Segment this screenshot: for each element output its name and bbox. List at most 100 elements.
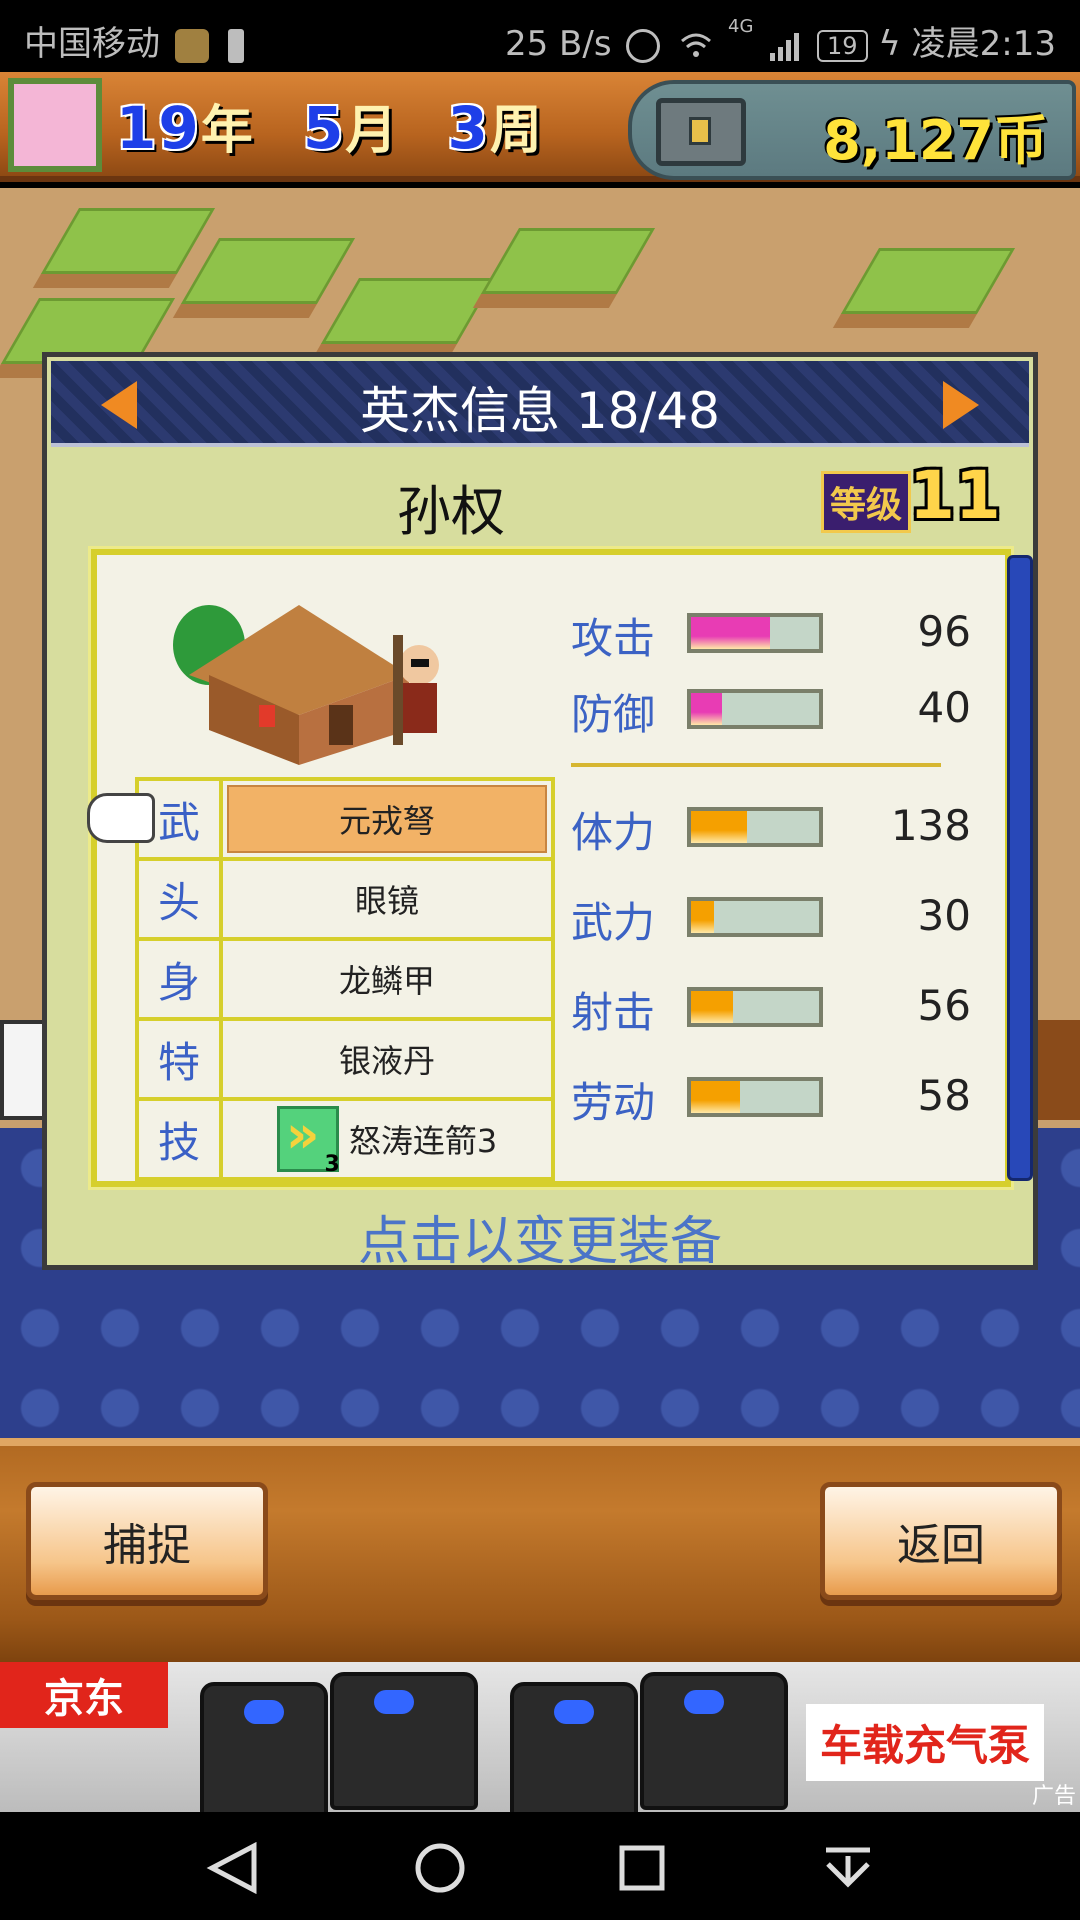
stat-defense: 防御 40 (571, 681, 971, 741)
hero-info-dialog: 英杰信息 18/48 孙权 等级 11 武 元戎弩 头 眼镜 身 龙鳞甲 特 银… (42, 352, 1038, 1272)
stat-labor: 劳动 58 (571, 1069, 971, 1129)
level-value: 11 (909, 457, 1001, 534)
dialog-title: 英杰信息 18/48 (360, 382, 720, 440)
stat-label: 体力 (571, 808, 656, 857)
hero-detail-panel[interactable]: 武 元戎弩 头 眼镜 身 龙鳞甲 特 银液丹 技 怒涛连箭3 (87, 546, 1014, 1190)
stat-label: 武力 (571, 898, 656, 947)
game-top-bar: 19年 5月 3周 8,127币 (0, 72, 1080, 182)
dropdown-icon[interactable] (818, 1842, 878, 1894)
level-label: 等级 (821, 471, 912, 533)
stat-bar (687, 807, 823, 847)
capture-button[interactable]: 捕捉 (26, 1482, 268, 1600)
stat-value: 40 (917, 683, 971, 732)
equipment-item-skill: 怒涛连箭3 (223, 1101, 551, 1177)
net-speed: 25 B/s (504, 24, 612, 64)
stat-strength: 武力 30 (571, 889, 971, 949)
alarm-icon (626, 28, 661, 63)
stat-bar-fill (691, 617, 771, 649)
slot-label-head: 头 (139, 861, 223, 937)
status-bar: 中国移动 25 B/s 4G 19 ϟ 凌晨2:13 (0, 0, 1080, 72)
charging-icon: ϟ (878, 24, 901, 64)
stat-value: 58 (917, 1071, 971, 1120)
equipment-row-weapon[interactable]: 武 元戎弩 (139, 781, 551, 861)
stat-divider (571, 763, 941, 767)
coin-count: 8,127币 (823, 109, 1048, 172)
stat-bar (687, 987, 823, 1027)
stat-bar (687, 897, 823, 937)
stat-bar (687, 689, 823, 729)
week-value: 3 (447, 94, 490, 162)
stat-value: 56 (917, 981, 971, 1030)
back-button[interactable]: 返回 (820, 1482, 1062, 1600)
home-circle-icon[interactable] (410, 1842, 470, 1894)
equipment-item-weapon: 元戎弩 (227, 785, 547, 853)
equipment-row-head[interactable]: 头 眼镜 (139, 861, 551, 941)
air-pump-image (330, 1672, 478, 1810)
stat-shooting: 射击 56 (571, 979, 971, 1039)
next-hero-arrow-icon[interactable] (943, 381, 979, 429)
slot-label-special: 特 (139, 1021, 223, 1097)
equipment-row-skill[interactable]: 技 怒涛连箭3 (139, 1101, 551, 1177)
battery-saver-icon (227, 28, 244, 63)
stat-value: 96 (917, 607, 971, 656)
ad-brand: 京东 (44, 1676, 124, 1722)
equipment-item-head: 眼镜 (354, 882, 419, 920)
stat-bar-fill (691, 1081, 740, 1113)
stat-label: 劳动 (571, 1078, 656, 1127)
dialog-header: 英杰信息 18/48 (51, 361, 1029, 447)
month-unit: 月 (345, 101, 400, 161)
clock: 凌晨2:13 (911, 24, 1056, 64)
skill-arrow-icon (276, 1105, 340, 1177)
treasure-chest-icon (656, 98, 746, 166)
stat-bar-fill (691, 811, 748, 843)
bottom-button-panel: 捕捉 返回 (0, 1438, 1080, 1662)
ad-banner[interactable]: 京东 车载充气泵 广告 (0, 1662, 1080, 1812)
map-tile (320, 278, 496, 344)
player-avatar[interactable] (8, 78, 102, 172)
stat-attack: 攻击 96 (571, 605, 971, 665)
network-type: 4G (728, 16, 754, 37)
equipment-row-special[interactable]: 特 银液丹 (139, 1021, 551, 1101)
equipment-row-body[interactable]: 身 龙鳞甲 (139, 941, 551, 1021)
map-tile (480, 228, 656, 294)
system-nav-bar (0, 1812, 1080, 1920)
ad-slogan: 车载充气泵 (806, 1704, 1045, 1781)
slot-label-skill: 技 (139, 1101, 223, 1177)
jd-logo: 京东 (0, 1662, 168, 1728)
equipment-table: 武 元戎弩 头 眼镜 身 龙鳞甲 特 银液丹 技 怒涛连箭3 (87, 777, 555, 1181)
year-value: 19 (116, 94, 201, 162)
game-date: 19年 5月 3周 (116, 88, 570, 162)
stat-bar-fill (691, 991, 734, 1023)
back-triangle-icon[interactable] (204, 1842, 264, 1894)
stat-label: 攻击 (571, 614, 656, 663)
air-pump-image (510, 1682, 638, 1812)
change-equipment-hint[interactable]: 点击以变更装备 (47, 1199, 1033, 1274)
carrier-label: 中国移动 (24, 24, 160, 64)
year-unit: 年 (200, 101, 255, 161)
stat-bar-fill (691, 693, 722, 725)
map-sign-right (1038, 1020, 1080, 1120)
battery-icon: 19 (817, 29, 868, 62)
equipment-item-special: 银液丹 (338, 1042, 435, 1080)
stat-bar (687, 613, 823, 653)
pointing-hand-icon (87, 793, 155, 843)
stat-label: 防御 (571, 690, 656, 739)
stat-value: 30 (917, 891, 971, 940)
coin-display[interactable]: 8,127币 (628, 80, 1076, 180)
hero-name: 孙权 (397, 480, 505, 543)
dialog-scrollbar[interactable] (1007, 555, 1033, 1181)
wifi-icon (679, 29, 713, 63)
stat-stamina: 体力 138 (571, 799, 971, 859)
month-value: 5 (302, 94, 346, 162)
skill-name: 怒涛连箭3 (348, 1122, 498, 1160)
map-tile (40, 208, 216, 274)
stat-bar-fill (691, 901, 715, 933)
battery-level: 19 (827, 31, 858, 60)
signal-icon (768, 29, 802, 63)
stat-value: 138 (890, 801, 971, 850)
recent-square-icon[interactable] (612, 1842, 672, 1894)
slot-label-body: 身 (139, 941, 223, 1017)
stat-label: 射击 (571, 988, 656, 1037)
stat-bar (687, 1077, 823, 1117)
air-pump-image (640, 1672, 788, 1810)
